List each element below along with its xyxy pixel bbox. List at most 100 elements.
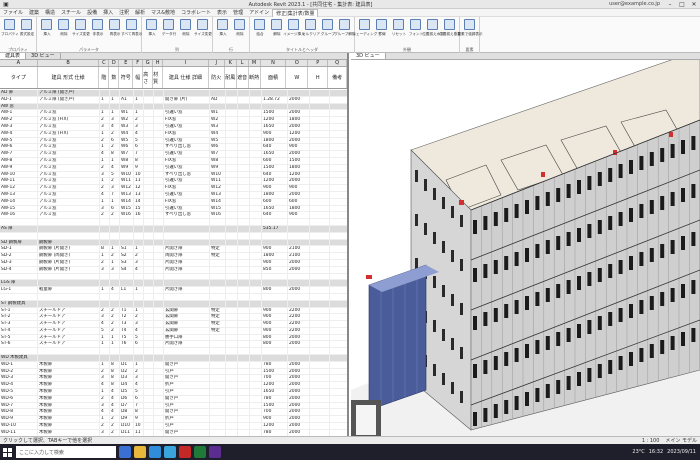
table-cell[interactable]: 1 [100, 341, 110, 348]
table-cell[interactable] [238, 137, 250, 144]
table-cell[interactable]: 2 [110, 321, 120, 327]
table-cell[interactable]: 1 [100, 334, 110, 341]
table-cell[interactable]: W2 [210, 117, 226, 123]
table-cell[interactable]: S3 [120, 259, 134, 266]
table-cell[interactable] [210, 300, 226, 307]
table-cell[interactable]: 1 [100, 389, 110, 395]
table-cell[interactable]: 2000 [288, 191, 310, 198]
table-cell[interactable] [330, 382, 347, 388]
column-letter[interactable]: P [308, 60, 329, 66]
table-cell[interactable] [154, 259, 164, 266]
table-cell[interactable] [120, 280, 134, 287]
table-cell[interactable]: W14 [120, 198, 134, 205]
table-cell[interactable] [154, 96, 164, 103]
table-cell[interactable] [330, 144, 347, 150]
table-cell[interactable]: 特定 [210, 321, 226, 327]
table-cell[interactable]: 1800 [262, 137, 288, 144]
table-row[interactable]: AW-4 アルミ窓 (FIX) 1 2 W4 4 FIX窓 W4 900 1200 [0, 130, 347, 138]
table-cell[interactable]: 引戸 [164, 368, 210, 375]
table-cell[interactable]: 2 [110, 130, 120, 137]
table-cell[interactable]: 1800 [288, 164, 310, 171]
ribbon-tool-button[interactable]: 削除 [55, 17, 72, 43]
table-cell[interactable]: 開き戸 [164, 361, 210, 368]
table-cell[interactable]: 2200 [288, 307, 310, 314]
table-cell[interactable] [238, 212, 250, 219]
table-cell[interactable] [144, 287, 154, 293]
table-cell[interactable]: 2000 [288, 334, 310, 341]
table-cell[interactable] [120, 103, 134, 110]
table-cell[interactable] [250, 137, 262, 144]
table-cell[interactable]: 1800 [288, 117, 310, 123]
table-cell[interactable] [144, 293, 154, 300]
table-cell[interactable]: W9 [210, 164, 226, 171]
group-header-row[interactable]: SD 鋼製扉 鋼製扉 [0, 239, 347, 247]
table-cell[interactable] [144, 130, 154, 137]
table-cell[interactable]: W3 [120, 123, 134, 130]
table-cell[interactable] [164, 280, 210, 287]
table-cell[interactable] [120, 90, 134, 96]
table-cell[interactable] [238, 185, 250, 191]
table-cell[interactable] [154, 110, 164, 117]
table-cell[interactable] [226, 239, 238, 246]
table-cell[interactable] [262, 219, 288, 225]
table-cell[interactable] [144, 239, 154, 246]
table-cell[interactable] [38, 348, 100, 355]
table-cell[interactable] [144, 225, 154, 232]
table-cell[interactable] [226, 280, 238, 287]
table-cell[interactable] [144, 416, 154, 423]
ribbon-tool-button[interactable]: 位置揃え水平 [422, 17, 443, 43]
table-cell[interactable] [250, 110, 262, 117]
table-cell[interactable]: 1 [100, 416, 110, 423]
table-cell[interactable]: 折戸 [164, 382, 210, 389]
table-cell[interactable]: FIX窓 [164, 117, 210, 123]
table-cell[interactable] [238, 266, 250, 273]
table-cell[interactable]: 2 [110, 178, 120, 185]
table-cell[interactable]: 引違い窓 [164, 151, 210, 157]
table-cell[interactable] [154, 341, 164, 348]
table-cell[interactable] [134, 355, 144, 361]
table-cell[interactable]: スチールドア [38, 341, 100, 348]
table-cell[interactable]: AW-5 [0, 137, 38, 144]
table-cell[interactable]: 700 [262, 375, 288, 382]
table-cell[interactable] [226, 253, 238, 259]
table-cell[interactable] [238, 205, 250, 212]
table-cell[interactable]: 8 [134, 157, 144, 164]
ribbon-tab[interactable]: 修正|集計表/数量 [272, 8, 319, 17]
table-cell[interactable] [288, 348, 310, 355]
table-cell[interactable]: 引違い窓 [164, 164, 210, 171]
table-cell[interactable] [238, 429, 250, 436]
table-cell[interactable] [144, 273, 154, 280]
table-cell[interactable]: W3 [210, 123, 226, 130]
table-row[interactable]: WD-7 木製扉 3 4 D7 7 引戸 1500 2000 [0, 402, 347, 410]
table-cell[interactable]: 1200 [262, 382, 288, 389]
table-cell[interactable] [250, 287, 262, 293]
table-cell[interactable] [154, 327, 164, 334]
table-cell[interactable]: 特定 [210, 246, 226, 253]
table-cell[interactable] [144, 280, 154, 287]
table-cell[interactable] [226, 416, 238, 423]
table-cell[interactable] [330, 219, 347, 225]
ribbon-tool-button[interactable]: セルクリア [302, 17, 320, 43]
table-cell[interactable] [238, 341, 250, 348]
table-cell[interactable] [330, 300, 347, 307]
table-cell[interactable] [310, 246, 330, 253]
table-cell[interactable]: 1500 [262, 402, 288, 409]
table-cell[interactable] [330, 151, 347, 157]
table-cell[interactable] [310, 157, 330, 164]
table-cell[interactable]: W4 [210, 130, 226, 137]
table-cell[interactable] [164, 300, 210, 307]
table-cell[interactable] [310, 90, 330, 96]
table-cell[interactable] [210, 341, 226, 348]
file-explorer-icon[interactable] [134, 446, 146, 458]
table-cell[interactable] [110, 225, 120, 232]
table-cell[interactable] [154, 334, 164, 341]
table-cell[interactable] [330, 294, 347, 300]
table-cell[interactable] [226, 402, 238, 409]
table-cell[interactable] [330, 233, 347, 239]
table-cell[interactable] [154, 130, 164, 137]
table-cell[interactable]: 2000 [288, 395, 310, 402]
table-cell[interactable]: 900 [262, 321, 288, 327]
table-cell[interactable]: W8 [120, 157, 134, 164]
table-cell[interactable]: 780 [262, 429, 288, 436]
table-cell[interactable] [226, 151, 238, 157]
